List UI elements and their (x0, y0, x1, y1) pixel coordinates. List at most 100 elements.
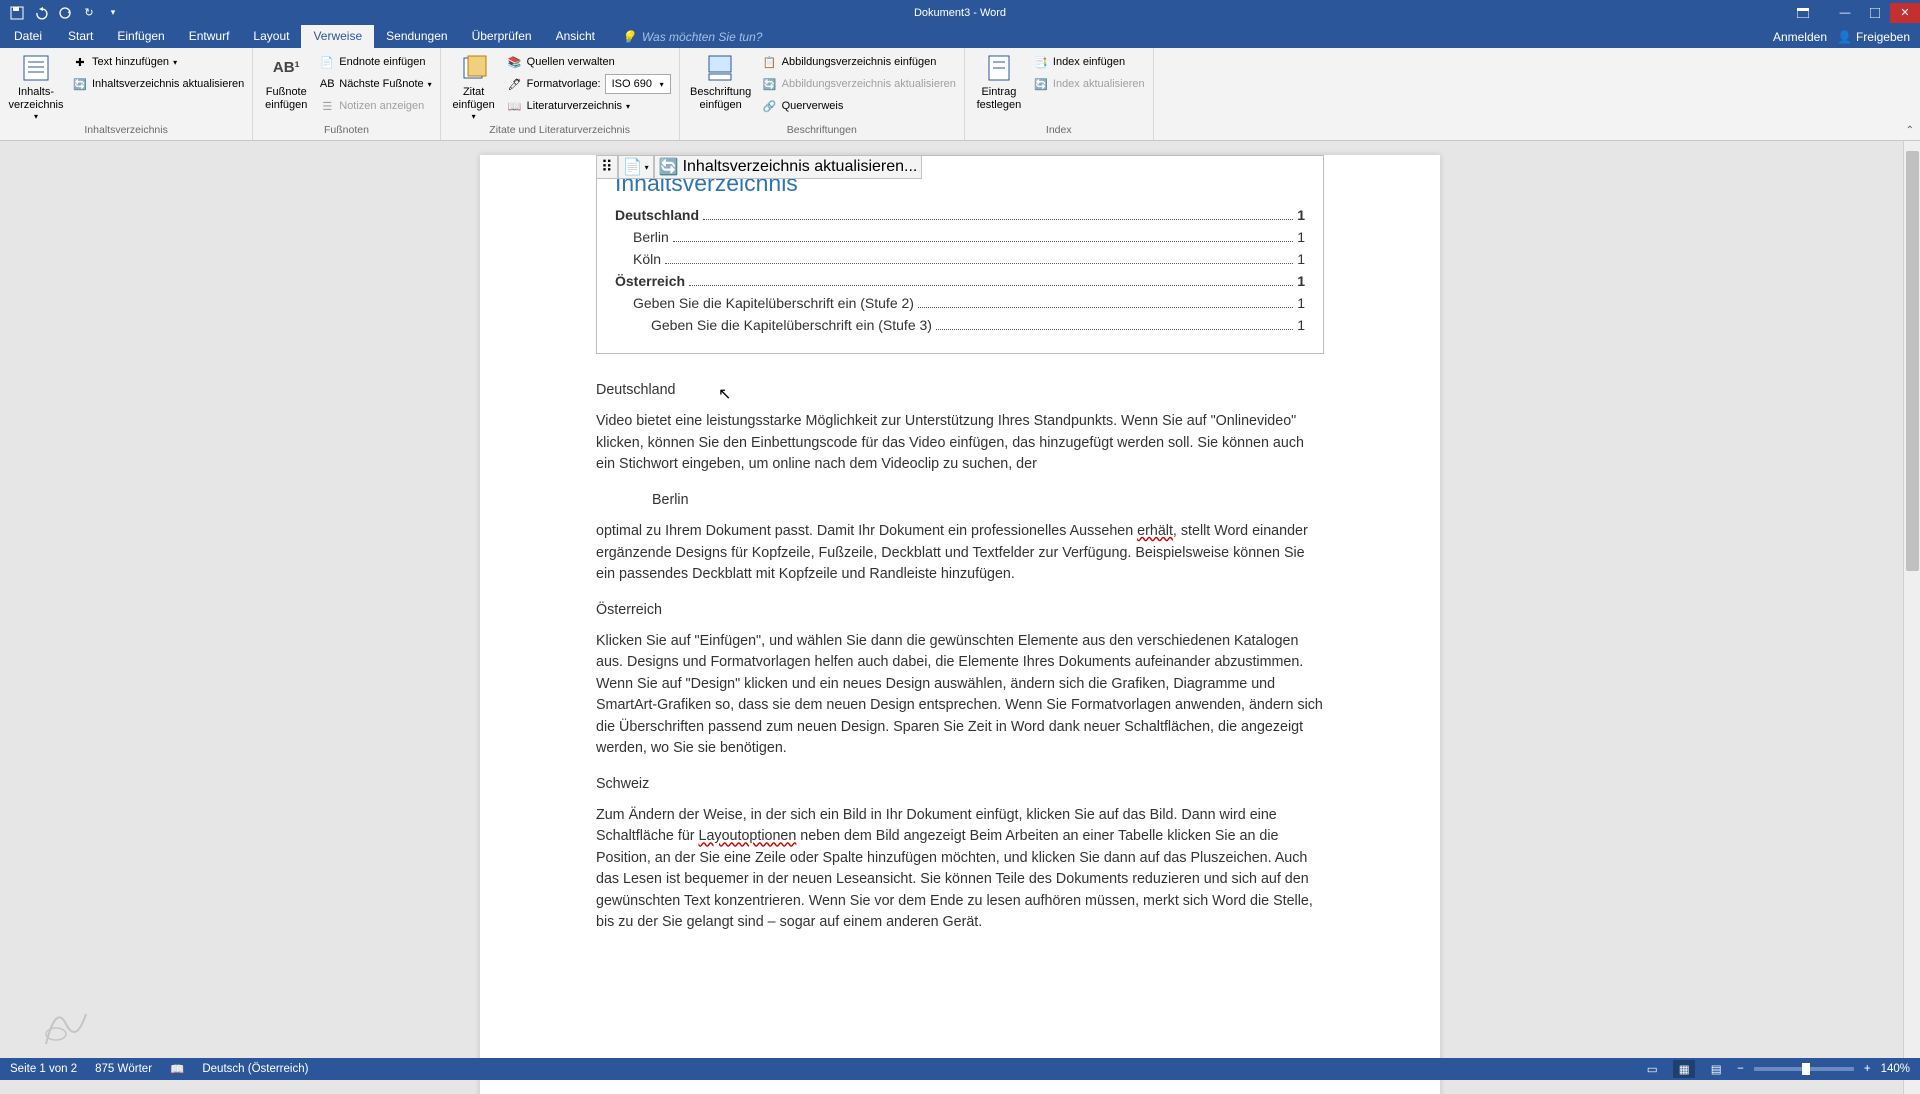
toc-field-options[interactable]: 📄▾ (618, 155, 654, 179)
save-icon[interactable] (8, 4, 26, 22)
crossref-button[interactable]: 🔗 Querverweis (760, 96, 958, 116)
insert-figures-button[interactable]: 📋 Abbildungsverzeichnis einfügen (760, 52, 958, 72)
status-words[interactable]: 875 Wörter (95, 1063, 152, 1075)
toc-field-update[interactable]: 🔄Inhaltsverzeichnis aktualisieren... (654, 155, 923, 179)
bibliography-button[interactable]: 📖Literaturverzeichnis ▾ (505, 96, 673, 116)
insert-citation-button[interactable]: Zitat einfügen ▾ (447, 52, 501, 122)
update-index-icon: 🔄 (1033, 76, 1049, 92)
update-toc-button[interactable]: 🔄Inhaltsverzeichnis aktualisieren (70, 74, 246, 94)
zoom-out-icon[interactable]: − (1737, 1063, 1744, 1075)
footnote-button[interactable]: AB¹ Fußnote einfügen (259, 52, 313, 112)
tab-draft[interactable]: Entwurf (177, 25, 242, 48)
insert-index-button[interactable]: 📑Index einfügen (1031, 52, 1147, 72)
citation-style-row: 🖊Formatvorlage: ISO 690▾ (505, 74, 673, 94)
update-index-label: Index aktualisieren (1053, 78, 1145, 90)
next-footnote-button[interactable]: ABNächste Fußnote ▾ (317, 74, 433, 94)
insert-index-label: Index einfügen (1053, 56, 1125, 68)
toc-button[interactable]: Inhalts- verzeichnis ▾ (6, 52, 66, 122)
minimize-icon[interactable]: — (1830, 3, 1860, 23)
crossref-label: Querverweis (782, 100, 844, 112)
insert-figures-label: Abbildungsverzeichnis einfügen (782, 56, 937, 68)
close-icon[interactable]: ✕ (1890, 3, 1920, 23)
insert-caption-button[interactable]: Beschriftung einfügen (686, 52, 756, 112)
toc-entry-text: Österreich (615, 273, 685, 289)
status-proofing-icon[interactable]: 📖 (170, 1062, 184, 1076)
heading[interactable]: Deutschland (596, 380, 1324, 401)
crossref-icon: 🔗 (762, 98, 778, 114)
toc-field-grip[interactable]: ⠿ (596, 155, 618, 179)
manage-sources-label: Quellen verwalten (527, 56, 615, 68)
toc-entry[interactable]: Köln1 (615, 251, 1305, 267)
mark-entry-button[interactable]: Eintrag festlegen (971, 52, 1027, 112)
update-index-button: 🔄 Index aktualisieren (1031, 74, 1147, 94)
text-run: optimal zu Ihrem Dokument passt. Damit I… (596, 523, 1137, 539)
toc-entry[interactable]: Deutschland1 (615, 207, 1305, 223)
add-text-button[interactable]: ✚Text hinzufügen ▾ (70, 52, 246, 72)
insert-citation-label: Zitat einfügen (453, 86, 495, 112)
zoom-level[interactable]: 140% (1881, 1063, 1910, 1075)
bulb-icon: 💡 (621, 30, 636, 44)
status-page[interactable]: Seite 1 von 2 (10, 1063, 77, 1075)
citation-style-value: ISO 690 (612, 78, 652, 90)
tab-insert[interactable]: Einfügen (105, 25, 176, 48)
status-language[interactable]: Deutsch (Österreich) (202, 1063, 308, 1075)
repeat-icon[interactable]: ↻ (80, 4, 98, 22)
zoom-thumb[interactable] (1802, 1063, 1810, 1075)
insert-endnote-button[interactable]: 📄Endnote einfügen (317, 52, 433, 72)
tab-layout[interactable]: Layout (241, 25, 301, 48)
signin-button[interactable]: Anmelden (1773, 30, 1827, 44)
undo-icon[interactable] (32, 4, 50, 22)
redo-icon[interactable] (56, 4, 74, 22)
tab-view[interactable]: Ansicht (544, 25, 607, 48)
footnote-button-label: Fußnote einfügen (265, 86, 307, 112)
tab-review[interactable]: Überprüfen (460, 25, 544, 48)
tab-file[interactable]: Datei (0, 25, 56, 48)
toc-entry-text: Geben Sie die Kapitelüberschrift ein (St… (651, 317, 932, 333)
tab-mailings[interactable]: Sendungen (374, 25, 459, 48)
zoom-in-icon[interactable]: + (1864, 1063, 1871, 1075)
toc-entry[interactable]: Geben Sie die Kapitelüberschrift ein (St… (615, 317, 1305, 333)
qat-more-icon[interactable]: ▾ (104, 4, 122, 22)
show-notes-label: Notizen anzeigen (339, 100, 424, 112)
tab-home[interactable]: Start (56, 25, 105, 48)
paragraph[interactable]: Zum Ändern der Weise, in der sich ein Bi… (596, 805, 1324, 934)
tell-me-search[interactable]: 💡 Was möchten Sie tun? (621, 30, 762, 48)
toc-entry-text: Geben Sie die Kapitelüberschrift ein (St… (633, 295, 914, 311)
style-icon: 🖊 (507, 76, 523, 92)
paragraph[interactable]: Video bietet eine leistungsstarke Möglic… (596, 411, 1324, 475)
manage-sources-button[interactable]: 📚Quellen verwalten (505, 52, 673, 72)
next-footnote-icon: AB (319, 76, 335, 92)
page[interactable]: ⠿ 📄▾ 🔄Inhaltsverzeichnis aktualisieren..… (480, 155, 1440, 1094)
toc-entry-page: 1 (1297, 295, 1305, 311)
tab-references[interactable]: Verweise (301, 25, 374, 48)
vertical-scrollbar[interactable] (1903, 141, 1920, 1094)
toc-entry[interactable]: Berlin1 (615, 229, 1305, 245)
paragraph[interactable]: optimal zu Ihrem Dokument passt. Damit I… (596, 521, 1324, 585)
spellcheck-underline[interactable]: Layoutoptionen (699, 828, 797, 844)
document-area[interactable]: ⠿ 📄▾ 🔄Inhaltsverzeichnis aktualisieren..… (0, 141, 1920, 1094)
document-body[interactable]: Deutschland Video bietet eine leistungss… (596, 380, 1324, 934)
share-button[interactable]: 👤 Freigeben (1837, 30, 1910, 44)
spellcheck-underline[interactable]: erhält (1137, 523, 1173, 539)
toc-entry-page: 1 (1297, 251, 1305, 267)
ribbon-options-icon[interactable] (1788, 3, 1818, 23)
view-read-icon[interactable]: ▭ (1641, 1060, 1663, 1078)
citation-style-select[interactable]: ISO 690▾ (605, 74, 671, 94)
toc-update-label: Inhaltsverzeichnis aktualisieren... (683, 158, 918, 176)
toc-entry[interactable]: Österreich1 (615, 273, 1305, 289)
window-title: Dokument3 - Word (914, 7, 1006, 19)
toc-field[interactable]: Inhaltsverzeichnis Deutschland1 Berlin1 … (596, 155, 1324, 354)
heading[interactable]: Österreich (596, 600, 1324, 621)
figures-icon: 📋 (762, 54, 778, 70)
ribbon-collapse-icon[interactable]: ⌃ (1906, 125, 1914, 136)
view-web-icon[interactable]: ▤ (1705, 1060, 1727, 1078)
zoom-slider[interactable] (1754, 1067, 1854, 1071)
scroll-thumb[interactable] (1906, 151, 1919, 571)
maximize-icon[interactable] (1860, 3, 1890, 23)
toc-entry-text: Deutschland (615, 207, 699, 223)
toc-entry[interactable]: Geben Sie die Kapitelüberschrift ein (St… (615, 295, 1305, 311)
heading[interactable]: Schweiz (596, 774, 1324, 795)
view-print-icon[interactable]: ▦ (1673, 1060, 1695, 1078)
heading[interactable]: Berlin (652, 490, 1324, 511)
paragraph[interactable]: Klicken Sie auf "Einfügen", und wählen S… (596, 631, 1324, 760)
